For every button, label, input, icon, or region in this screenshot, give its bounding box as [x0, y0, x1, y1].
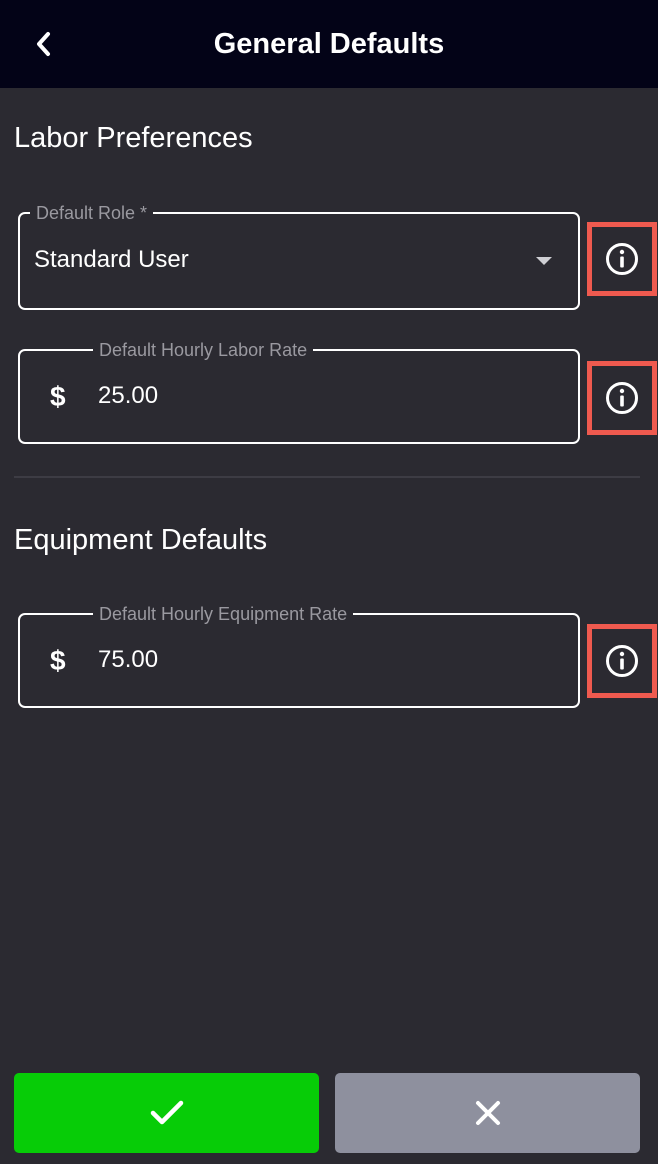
page-title: General Defaults — [213, 28, 445, 60]
labor-rate-currency: $ — [50, 381, 66, 412]
equipment-defaults-heading: Equipment Defaults — [14, 524, 268, 556]
checkmark-icon — [150, 1100, 183, 1125]
labor-rate-value[interactable]: 25.00 — [98, 382, 158, 410]
equipment-rate-label: Default Hourly Equipment Rate — [93, 603, 354, 625]
default-role-label: Default Role * — [30, 202, 154, 224]
equipment-rate-value[interactable]: 75.00 — [98, 646, 158, 674]
back-button[interactable] — [24, 22, 64, 66]
dropdown-arrow-icon — [536, 257, 552, 265]
equipment-rate-info-button[interactable] — [587, 624, 657, 698]
section-divider — [14, 476, 640, 478]
close-icon — [475, 1101, 500, 1125]
default-role-info-button[interactable] — [587, 222, 657, 296]
equipment-rate-field[interactable]: Default Hourly Equipment Rate $ 75.00 — [18, 603, 580, 708]
default-role-value: Standard User — [34, 246, 189, 273]
default-role-select[interactable]: Default Role * Standard User — [18, 202, 580, 310]
equipment-rate-currency: $ — [50, 645, 66, 676]
confirm-button[interactable] — [14, 1073, 319, 1153]
info-icon — [606, 645, 638, 677]
labor-rate-label: Default Hourly Labor Rate — [93, 339, 314, 361]
labor-rate-info-button[interactable] — [587, 361, 657, 435]
app-header: General Defaults — [0, 0, 658, 88]
info-icon — [606, 382, 638, 414]
labor-rate-field[interactable]: Default Hourly Labor Rate $ 25.00 — [18, 339, 580, 444]
labor-preferences-heading: Labor Preferences — [14, 122, 253, 154]
info-icon — [606, 243, 638, 275]
cancel-button[interactable] — [335, 1073, 640, 1153]
chevron-left-icon — [37, 32, 50, 56]
